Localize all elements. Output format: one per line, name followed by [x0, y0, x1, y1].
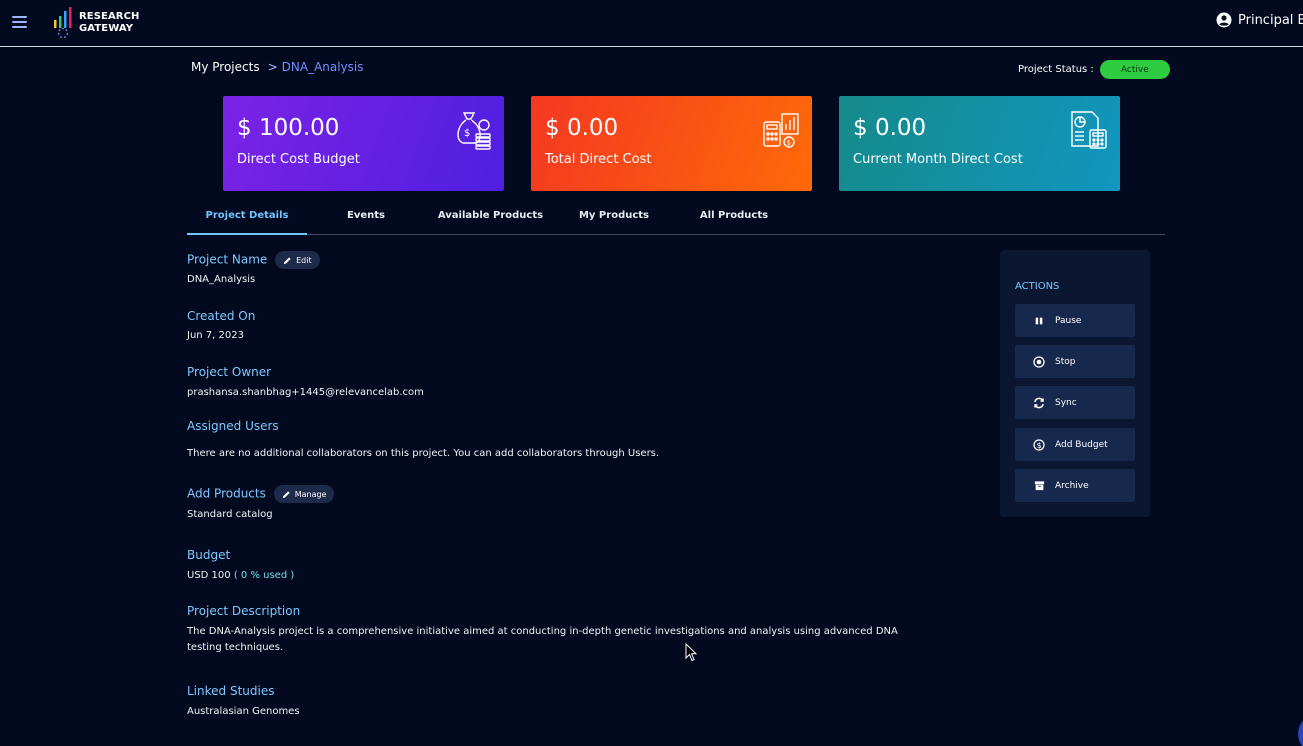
project-owner-label: Project Owner [187, 365, 272, 379]
budget-label: Budget [187, 548, 231, 562]
menu-icon[interactable] [12, 16, 27, 28]
archive-button[interactable]: Archive [1015, 469, 1135, 502]
assigned-users-label: Assigned Users [187, 419, 279, 433]
logo-line-2: GATEWAY [79, 23, 134, 34]
logo-bars-icon [54, 7, 72, 39]
project-tabs: Project Details Events Available Product… [187, 204, 1165, 235]
pencil-icon [282, 490, 290, 498]
products-value: Standard catalog [187, 509, 273, 520]
project-name-value: DNA_Analysis [187, 274, 256, 285]
stop-button[interactable]: Stop [1015, 345, 1135, 378]
calculator-chart-icon: $ [763, 113, 799, 148]
manage-button[interactable]: Manage [273, 485, 335, 503]
status-badge: Active [1099, 60, 1170, 79]
add-budget-label: Add Budget [1055, 439, 1108, 450]
breadcrumb-current-project[interactable]: DNA_Analysis [282, 60, 364, 74]
logo-line-1: RESEARCH [79, 11, 140, 22]
actions-panel: ACTIONS Pause Stop Sync $ Add Budget Arc… [1000, 250, 1150, 517]
chat-widget-button[interactable] [1298, 714, 1303, 746]
stop-icon [1033, 355, 1045, 368]
tab-project-details[interactable]: Project Details [187, 210, 307, 235]
created-on-value: Jun 7, 2023 [187, 330, 244, 341]
breadcrumb: My Projects > DNA_Analysis [191, 60, 364, 74]
svg-text:$: $ [787, 139, 791, 147]
project-owner-value: prashansa.shanbhag+1445@relevancelab.com [187, 387, 424, 398]
project-status: Project Status : Active [1018, 60, 1170, 79]
top-navbar: RESEARCH GATEWAY Principal B [0, 0, 1303, 47]
archive-icon [1033, 480, 1045, 492]
current-month-direct-cost-card: $ 0.00 Current Month Direct Cost [839, 96, 1120, 191]
direct-cost-budget-card: $ 100.00 Direct Cost Budget $ [223, 96, 504, 191]
sync-label: Sync [1055, 397, 1077, 408]
svg-text:$: $ [464, 128, 470, 139]
pause-icon [1033, 315, 1045, 327]
sync-icon [1033, 397, 1045, 409]
actions-title: ACTIONS [1015, 281, 1060, 292]
linked-studies-value: Australasian Genomes [187, 706, 300, 717]
manage-button-label: Manage [294, 489, 327, 499]
research-gateway-logo[interactable]: RESEARCH GATEWAY [52, 6, 152, 40]
card-amount: $ 100.00 [237, 115, 340, 141]
breadcrumb-separator: > [267, 60, 278, 74]
archive-label: Archive [1055, 480, 1089, 491]
linked-studies-label: Linked Studies [187, 684, 275, 698]
add-budget-button[interactable]: $ Add Budget [1015, 428, 1135, 461]
created-on-label: Created On [187, 309, 256, 323]
money-bag-icon: $ [457, 112, 491, 150]
mouse-cursor-icon [685, 643, 697, 662]
card-label: Direct Cost Budget [237, 152, 360, 167]
pause-button[interactable]: Pause [1015, 304, 1135, 337]
user-name: Principal B [1238, 12, 1303, 28]
logo-text: RESEARCH GATEWAY [79, 11, 140, 35]
stop-label: Stop [1055, 356, 1076, 367]
sync-button[interactable]: Sync [1015, 386, 1135, 419]
card-label: Current Month Direct Cost [853, 152, 1023, 167]
report-calculator-icon [1071, 111, 1107, 149]
pencil-icon [284, 256, 291, 264]
assigned-users-value: There are no additional collaborators on… [187, 448, 660, 459]
project-description-value: The DNA-Analysis project is a comprehens… [187, 626, 898, 653]
project-name-row: Project Name Edit [187, 251, 320, 269]
project-name-label: Project Name [187, 252, 268, 267]
card-amount: $ 0.00 [853, 115, 927, 141]
project-status-label: Project Status : [1018, 64, 1094, 75]
svg-text:$: $ [1037, 441, 1042, 450]
tab-my-products[interactable]: My Products [564, 210, 664, 235]
add-products-label: Add Products [187, 486, 266, 501]
user-menu[interactable]: Principal B [1216, 12, 1303, 28]
project-description-label: Project Description [187, 604, 301, 618]
edit-button[interactable]: Edit [275, 251, 320, 269]
tab-available-products[interactable]: Available Products [437, 210, 544, 235]
card-amount: $ 0.00 [545, 115, 619, 141]
breadcrumb-my-projects[interactable]: My Projects [191, 60, 260, 74]
add-products-row: Add Products Manage [187, 485, 335, 503]
budget-row: USD 100 ( 0 % used ) [187, 570, 294, 581]
tab-events[interactable]: Events [315, 210, 417, 235]
budget-used: ( 0 % used ) [233, 570, 295, 581]
edit-button-label: Edit [296, 255, 312, 265]
total-direct-cost-card: $ 0.00 Total Direct Cost $ [531, 96, 812, 191]
card-label: Total Direct Cost [545, 152, 652, 167]
budget-value: USD 100 [187, 570, 231, 581]
tab-all-products[interactable]: All Products [684, 210, 784, 235]
dollar-icon: $ [1033, 438, 1045, 451]
user-circle-icon [1216, 12, 1232, 28]
pause-label: Pause [1055, 315, 1082, 326]
